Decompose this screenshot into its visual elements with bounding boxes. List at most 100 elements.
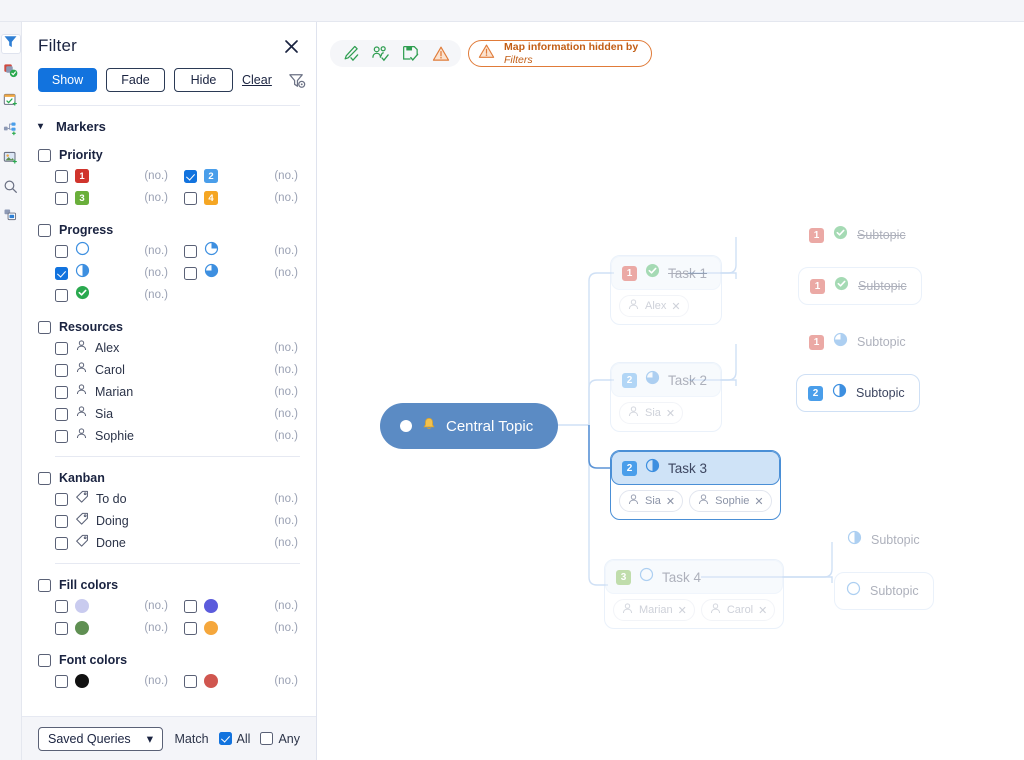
resource-chip[interactable]: Carol ✕	[700, 599, 776, 621]
filter-group-header-priority[interactable]: Priority	[38, 148, 300, 162]
filter-option-priority-2[interactable]: 2 (no.)	[168, 165, 298, 187]
rail-search-icon[interactable]	[1, 179, 21, 199]
filter-option-checkbox[interactable]	[55, 363, 68, 377]
clear-filter-link[interactable]: Clear	[242, 73, 272, 87]
remove-resource-icon[interactable]: ✕	[754, 495, 763, 508]
filter-mode-hide[interactable]: Hide	[174, 68, 233, 92]
filter-option-checkbox[interactable]	[184, 621, 197, 635]
saved-queries-dropdown[interactable]: Saved Queries ▾	[38, 726, 163, 751]
filter-option-checkbox[interactable]	[55, 169, 68, 183]
subtopic-node[interactable]: Subtopic	[834, 572, 934, 610]
filter-option-progress-done[interactable]: (no.)	[38, 284, 168, 306]
filter-mode-show[interactable]: Show	[38, 68, 97, 92]
filter-option-progress-75[interactable]: (no.)	[168, 262, 298, 284]
filter-option-checkbox[interactable]	[55, 674, 68, 688]
rail-image-icon[interactable]	[1, 150, 21, 170]
filter-option-fill-colors-f5a73c[interactable]: (no.)	[168, 617, 298, 639]
task-node-4[interactable]: 3 Task 4 Marian ✕ Carol ✕	[604, 559, 785, 629]
match-all-option[interactable]: All	[218, 732, 250, 746]
filter-warning-banner[interactable]: Map information hidden by Filters	[468, 40, 653, 67]
filter-option-kanban-done[interactable]: Done (no.)	[38, 532, 300, 554]
filter-option-resources-sophie[interactable]: Sophie (no.)	[38, 425, 300, 447]
filter-group-checkbox[interactable]	[38, 653, 51, 667]
task-title-row[interactable]: 1 Task 1	[611, 256, 722, 290]
filter-group-checkbox[interactable]	[38, 471, 51, 485]
resource-chip[interactable]: Sia ✕	[619, 402, 684, 424]
filter-option-checkbox[interactable]	[55, 621, 68, 635]
close-icon[interactable]	[282, 37, 300, 55]
pen-check-icon[interactable]	[341, 44, 360, 63]
filter-option-progress-25[interactable]: (no.)	[168, 240, 298, 262]
filter-option-priority-1[interactable]: 1 (no.)	[38, 165, 168, 187]
filter-settings-icon[interactable]	[287, 70, 306, 90]
subtopic-box[interactable]: Subtopic	[834, 572, 934, 610]
filter-option-checkbox[interactable]	[55, 514, 68, 528]
filter-option-fill-colors-c9cbef[interactable]: (no.)	[38, 595, 168, 617]
remove-resource-icon[interactable]: ✕	[758, 604, 767, 617]
subtopic-inline[interactable]: Subtopic	[836, 530, 934, 550]
filter-option-priority-3[interactable]: 3 (no.)	[38, 187, 168, 209]
subtopic-inline[interactable]: 1 Subtopic	[798, 332, 920, 352]
subtopic-node[interactable]: 1 Subtopic	[798, 225, 920, 245]
match-all-checkbox[interactable]	[218, 732, 232, 745]
filter-option-checkbox[interactable]	[55, 407, 68, 421]
filter-option-resources-carol[interactable]: Carol (no.)	[38, 359, 300, 381]
filter-group-header-font-colors[interactable]: Font colors	[38, 653, 300, 667]
remove-resource-icon[interactable]: ✕	[666, 495, 675, 508]
filter-option-checkbox[interactable]	[55, 191, 68, 205]
rail-filter-icon[interactable]	[0, 34, 21, 54]
rail-relationship-icon[interactable]	[1, 121, 21, 141]
save-check-icon[interactable]	[401, 44, 420, 63]
filter-option-fill-colors-5b5bdc[interactable]: (no.)	[168, 595, 298, 617]
filter-option-checkbox[interactable]	[55, 385, 68, 399]
filter-option-checkbox[interactable]	[184, 674, 197, 688]
match-any-checkbox[interactable]	[260, 732, 274, 745]
filter-group-header-kanban[interactable]: Kanban	[38, 471, 300, 485]
filter-option-kanban-todo[interactable]: To do (no.)	[38, 488, 300, 510]
filter-option-checkbox[interactable]	[184, 266, 197, 280]
filter-option-progress-0[interactable]: (no.)	[38, 240, 168, 262]
resource-chip[interactable]: Sia ✕	[619, 490, 684, 512]
remove-resource-icon[interactable]: ✕	[678, 604, 687, 617]
task-node-3[interactable]: 2 Task 3 Sia ✕ Sophie ✕	[610, 450, 781, 520]
filter-option-checkbox[interactable]	[184, 599, 197, 613]
filter-option-fill-colors-5f8f52[interactable]: (no.)	[38, 617, 168, 639]
filter-option-priority-4[interactable]: 4 (no.)	[168, 187, 298, 209]
task-node-2[interactable]: 2 Task 2 Sia ✕	[610, 362, 723, 432]
filter-option-checkbox[interactable]	[55, 288, 68, 302]
filter-option-resources-alex[interactable]: Alex (no.)	[38, 337, 300, 359]
filter-option-checkbox[interactable]	[55, 244, 68, 258]
filter-group-header-fill-colors[interactable]: Fill colors	[38, 578, 300, 592]
filter-option-checkbox[interactable]	[55, 266, 68, 280]
match-any-option[interactable]: Any	[260, 732, 300, 746]
resource-chip[interactable]: Alex ✕	[619, 295, 689, 317]
filter-group-header-resources[interactable]: Resources	[38, 320, 300, 334]
filter-option-checkbox[interactable]	[184, 191, 197, 205]
filter-group-checkbox[interactable]	[38, 148, 51, 162]
subtopic-node[interactable]: 2 Subtopic	[796, 374, 920, 412]
remove-resource-icon[interactable]: ✕	[671, 300, 680, 313]
remove-resource-icon[interactable]: ✕	[666, 407, 675, 420]
filter-option-checkbox[interactable]	[55, 492, 68, 506]
rail-task-calendar-icon[interactable]	[1, 92, 21, 112]
filter-option-resources-sia[interactable]: Sia (no.)	[38, 403, 300, 425]
subtopic-box[interactable]: 2 Subtopic	[796, 374, 920, 412]
rail-overview-icon[interactable]	[1, 208, 21, 228]
chevron-down-icon[interactable]: ▾	[38, 121, 48, 132]
filter-option-progress-50[interactable]: (no.)	[38, 262, 168, 284]
task-title-row[interactable]: 3 Task 4	[605, 560, 784, 594]
subtopic-node[interactable]: 1 Subtopic	[798, 332, 920, 352]
central-topic-node[interactable]: Central Topic	[380, 403, 558, 449]
resource-chip[interactable]: Sophie ✕	[689, 490, 772, 512]
subtopic-node[interactable]: 1 Subtopic	[798, 267, 922, 305]
filter-option-resources-marian[interactable]: Marian (no.)	[38, 381, 300, 403]
mindmap-canvas[interactable]: Map information hidden by Filters Centra…	[318, 22, 1024, 760]
filter-group-checkbox[interactable]	[38, 223, 51, 237]
filter-option-checkbox[interactable]	[55, 599, 68, 613]
resource-chip[interactable]: Marian ✕	[613, 599, 695, 621]
filter-option-checkbox[interactable]	[184, 244, 197, 258]
task-node-1[interactable]: 1 Task 1 Alex ✕	[610, 255, 723, 325]
filter-option-font-colors-d0564f[interactable]: (no.)	[168, 670, 298, 692]
markers-section-header[interactable]: ▾ Markers	[38, 119, 300, 134]
task-title-row[interactable]: 2 Task 2	[611, 363, 722, 397]
